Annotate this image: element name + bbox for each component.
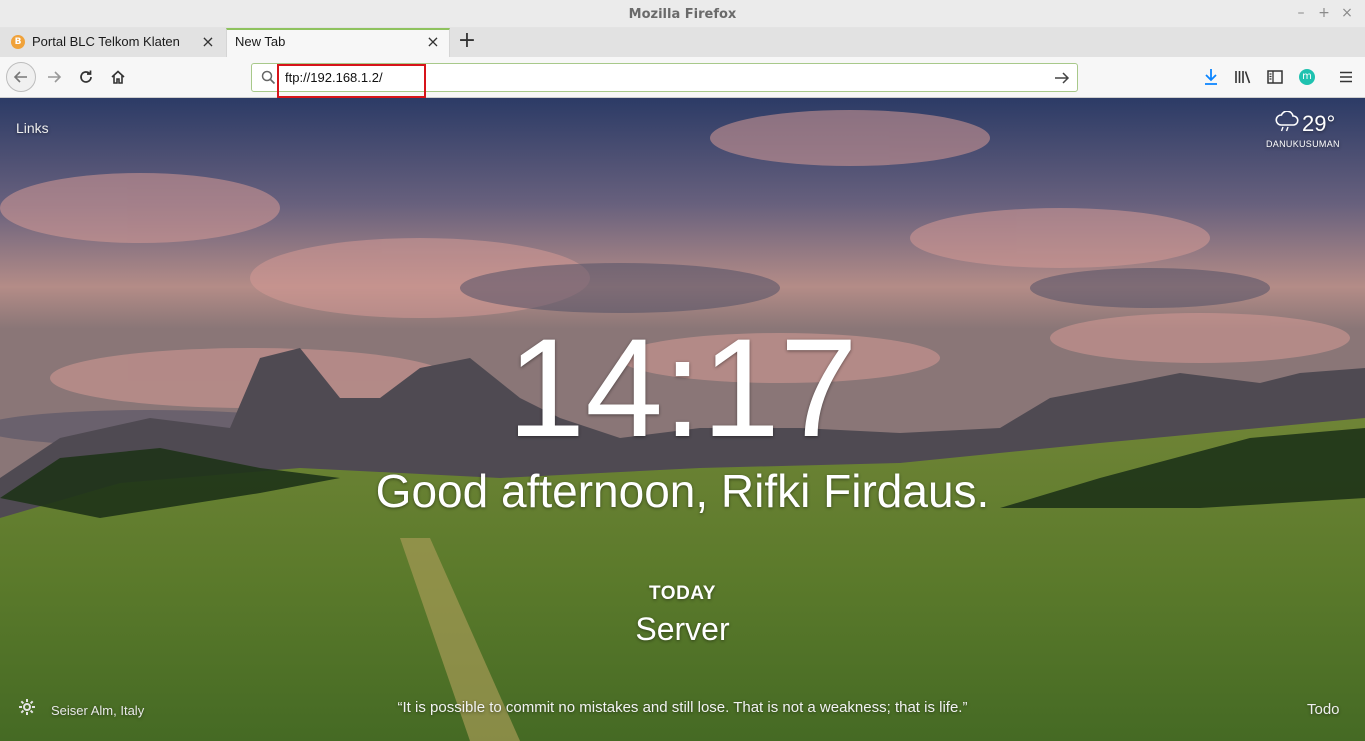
search-icon bbox=[261, 70, 276, 85]
clock: 14:17 bbox=[507, 309, 858, 466]
minimize-button[interactable]: – bbox=[1294, 6, 1308, 20]
links-button[interactable]: Links bbox=[16, 120, 49, 136]
close-window-button[interactable]: × bbox=[1340, 6, 1354, 20]
url-highlight-annotation bbox=[277, 64, 426, 98]
account-button[interactable]: m bbox=[1297, 67, 1317, 87]
reload-icon bbox=[80, 70, 92, 83]
go-arrow-icon[interactable] bbox=[1054, 70, 1070, 86]
hamburger-menu-icon bbox=[1340, 71, 1352, 83]
navigation-toolbar: ftp://192.168.1.2/ m bbox=[0, 57, 1365, 98]
greeting: Good afternoon, Rifki Firdaus. bbox=[375, 465, 990, 517]
browser-window: Mozilla Firefox – + × B Portal BLC Telko… bbox=[0, 0, 1365, 741]
new-tab-button[interactable]: + bbox=[456, 30, 478, 54]
weather-cloud-icon bbox=[1275, 111, 1299, 132]
home-icon bbox=[111, 70, 125, 84]
library-icon bbox=[1235, 71, 1251, 84]
forward-button[interactable] bbox=[40, 63, 68, 91]
tab-label: Portal BLC Telkom Klaten bbox=[32, 34, 180, 49]
tab-label: New Tab bbox=[235, 34, 286, 49]
weather-location: DANUKUSUMAN bbox=[1266, 139, 1340, 149]
tab-portal-blc[interactable]: B Portal BLC Telkom Klaten × bbox=[0, 28, 225, 57]
quote: “It is possible to commit no mistakes an… bbox=[397, 699, 968, 716]
maximize-button[interactable]: + bbox=[1317, 6, 1331, 20]
tab-new-tab[interactable]: New Tab × bbox=[226, 28, 450, 57]
downloads-button[interactable] bbox=[1201, 67, 1221, 87]
home-button[interactable] bbox=[104, 63, 132, 91]
download-icon bbox=[1205, 69, 1217, 85]
tab-strip: B Portal BLC Telkom Klaten × New Tab × + bbox=[0, 28, 1365, 57]
sidebar-icon bbox=[1267, 70, 1283, 84]
reload-button[interactable] bbox=[72, 63, 100, 91]
window-title: Mozilla Firefox bbox=[628, 7, 737, 22]
title-bar: Mozilla Firefox – + × bbox=[0, 0, 1365, 28]
menu-button[interactable] bbox=[1336, 67, 1356, 87]
close-tab-icon[interactable]: × bbox=[425, 34, 441, 50]
account-avatar-icon: m bbox=[1299, 69, 1315, 85]
today-focus[interactable]: Server bbox=[0, 611, 1365, 648]
back-button[interactable] bbox=[6, 62, 36, 92]
site-favicon-icon: B bbox=[11, 35, 25, 49]
weather-temperature[interactable]: 29° bbox=[1302, 111, 1335, 137]
arrow-left-icon bbox=[13, 71, 27, 83]
library-button[interactable] bbox=[1233, 67, 1253, 87]
todo-button[interactable]: Todo bbox=[1307, 701, 1340, 718]
close-tab-icon[interactable]: × bbox=[200, 34, 216, 50]
today-label: TODAY bbox=[649, 583, 716, 604]
sidebar-button[interactable] bbox=[1265, 67, 1285, 87]
new-tab-page: Links 29° DANUKUSUMAN 14:17 Good afterno… bbox=[0, 98, 1365, 741]
arrow-right-icon bbox=[48, 71, 62, 83]
